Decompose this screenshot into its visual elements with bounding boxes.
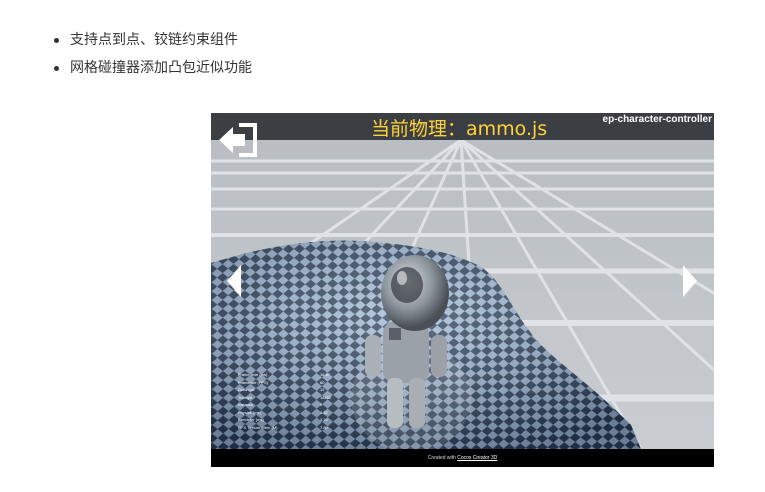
feature-item-mesh-collider: 网格碰撞器添加凸包近似功能 bbox=[52, 54, 252, 82]
profiler-stats: Frame time (ms) 16.67 Framerate (FPS) 60 D… bbox=[238, 371, 338, 431]
exit-icon[interactable] bbox=[217, 119, 261, 161]
feature-list: 支持点到点、铰链约束组件 网格碰撞器添加凸包近似功能 bbox=[52, 26, 252, 82]
cocos-creator-link[interactable]: Cocos Creator 3D bbox=[457, 455, 497, 461]
stat-row: Triangle 18432 bbox=[238, 394, 332, 400]
stat-row: Framerate (FPS) 60 bbox=[238, 379, 325, 385]
created-with-footer: Created with Cocos Creator 3D bbox=[211, 449, 714, 467]
stat-row: Physics (ms) 1.32 bbox=[238, 409, 328, 415]
stat-row: Instance 0 bbox=[238, 402, 323, 407]
stat-row: Draw call 12 bbox=[238, 387, 325, 392]
stat-row: Frame time (ms) 16.67 bbox=[238, 372, 331, 377]
physics-engine-title: 当前物理：ammo.js bbox=[371, 118, 548, 140]
arrow-right-icon[interactable] bbox=[679, 263, 701, 299]
footer-prefix: Created with bbox=[427, 455, 458, 461]
arrow-left-icon[interactable] bbox=[223, 263, 245, 299]
game-scene: 当前物理：ammo.js ep-character-controller Fra… bbox=[211, 113, 714, 449]
demo-screenshot: 当前物理：ammo.js ep-character-controller Fra… bbox=[211, 113, 714, 467]
stat-row: Renderer (ms) 3.10 bbox=[238, 417, 328, 422]
project-name-label: ep-character-controller bbox=[602, 114, 712, 125]
feature-item-constraints: 支持点到点、铰链约束组件 bbox=[52, 26, 252, 54]
stat-row: GFX Texture Mem (M) 7.80 bbox=[238, 424, 328, 430]
